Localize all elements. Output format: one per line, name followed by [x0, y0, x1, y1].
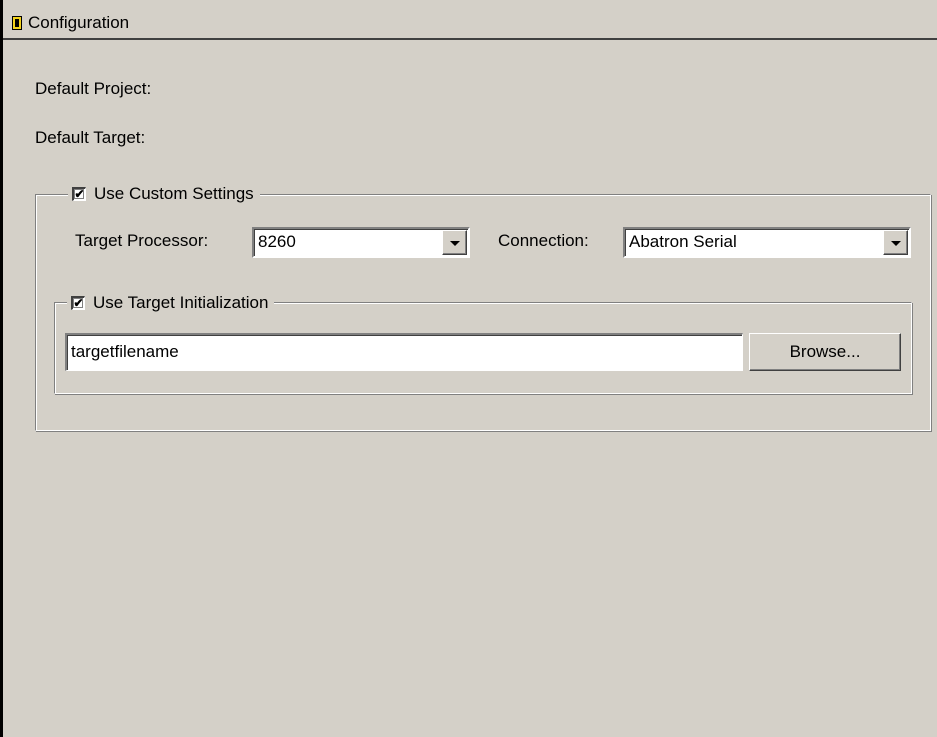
target-init-checkbox[interactable]: ✔ — [71, 296, 85, 310]
target-processor-select[interactable]: 8260 — [252, 227, 470, 258]
chevron-down-icon — [891, 241, 901, 246]
app-icon — [12, 16, 22, 30]
custom-settings-checkbox[interactable]: ✔ — [72, 187, 86, 201]
connection-label: Connection: — [498, 231, 589, 250]
target-processor-label: Target Processor: — [75, 231, 209, 250]
target-filename-input[interactable]: targetfilename — [65, 333, 743, 371]
custom-settings-label: Use Custom Settings — [94, 184, 254, 203]
connection-value: Abatron Serial — [629, 232, 737, 251]
browse-button[interactable]: Browse... — [749, 333, 901, 371]
configuration-panel: Configuration Default Project: Default T… — [0, 0, 937, 737]
target-processor-value: 8260 — [258, 232, 296, 251]
default-project-label: Default Project: — [35, 79, 152, 98]
target-filename-value: targetfilename — [71, 342, 179, 361]
target-init-toggle[interactable]: ✔ Use Target Initialization — [67, 292, 275, 314]
custom-settings-toggle[interactable]: ✔ Use Custom Settings — [68, 183, 260, 205]
connection-dropdown-button[interactable] — [883, 230, 908, 255]
target-processor-dropdown-button[interactable] — [442, 230, 467, 255]
target-init-label: Use Target Initialization — [93, 293, 269, 312]
connection-select[interactable]: Abatron Serial — [623, 227, 911, 258]
title-bar: Configuration — [3, 8, 937, 40]
chevron-down-icon — [450, 241, 460, 246]
window-title: Configuration — [28, 13, 130, 32]
default-target-label: Default Target: — [35, 128, 146, 147]
